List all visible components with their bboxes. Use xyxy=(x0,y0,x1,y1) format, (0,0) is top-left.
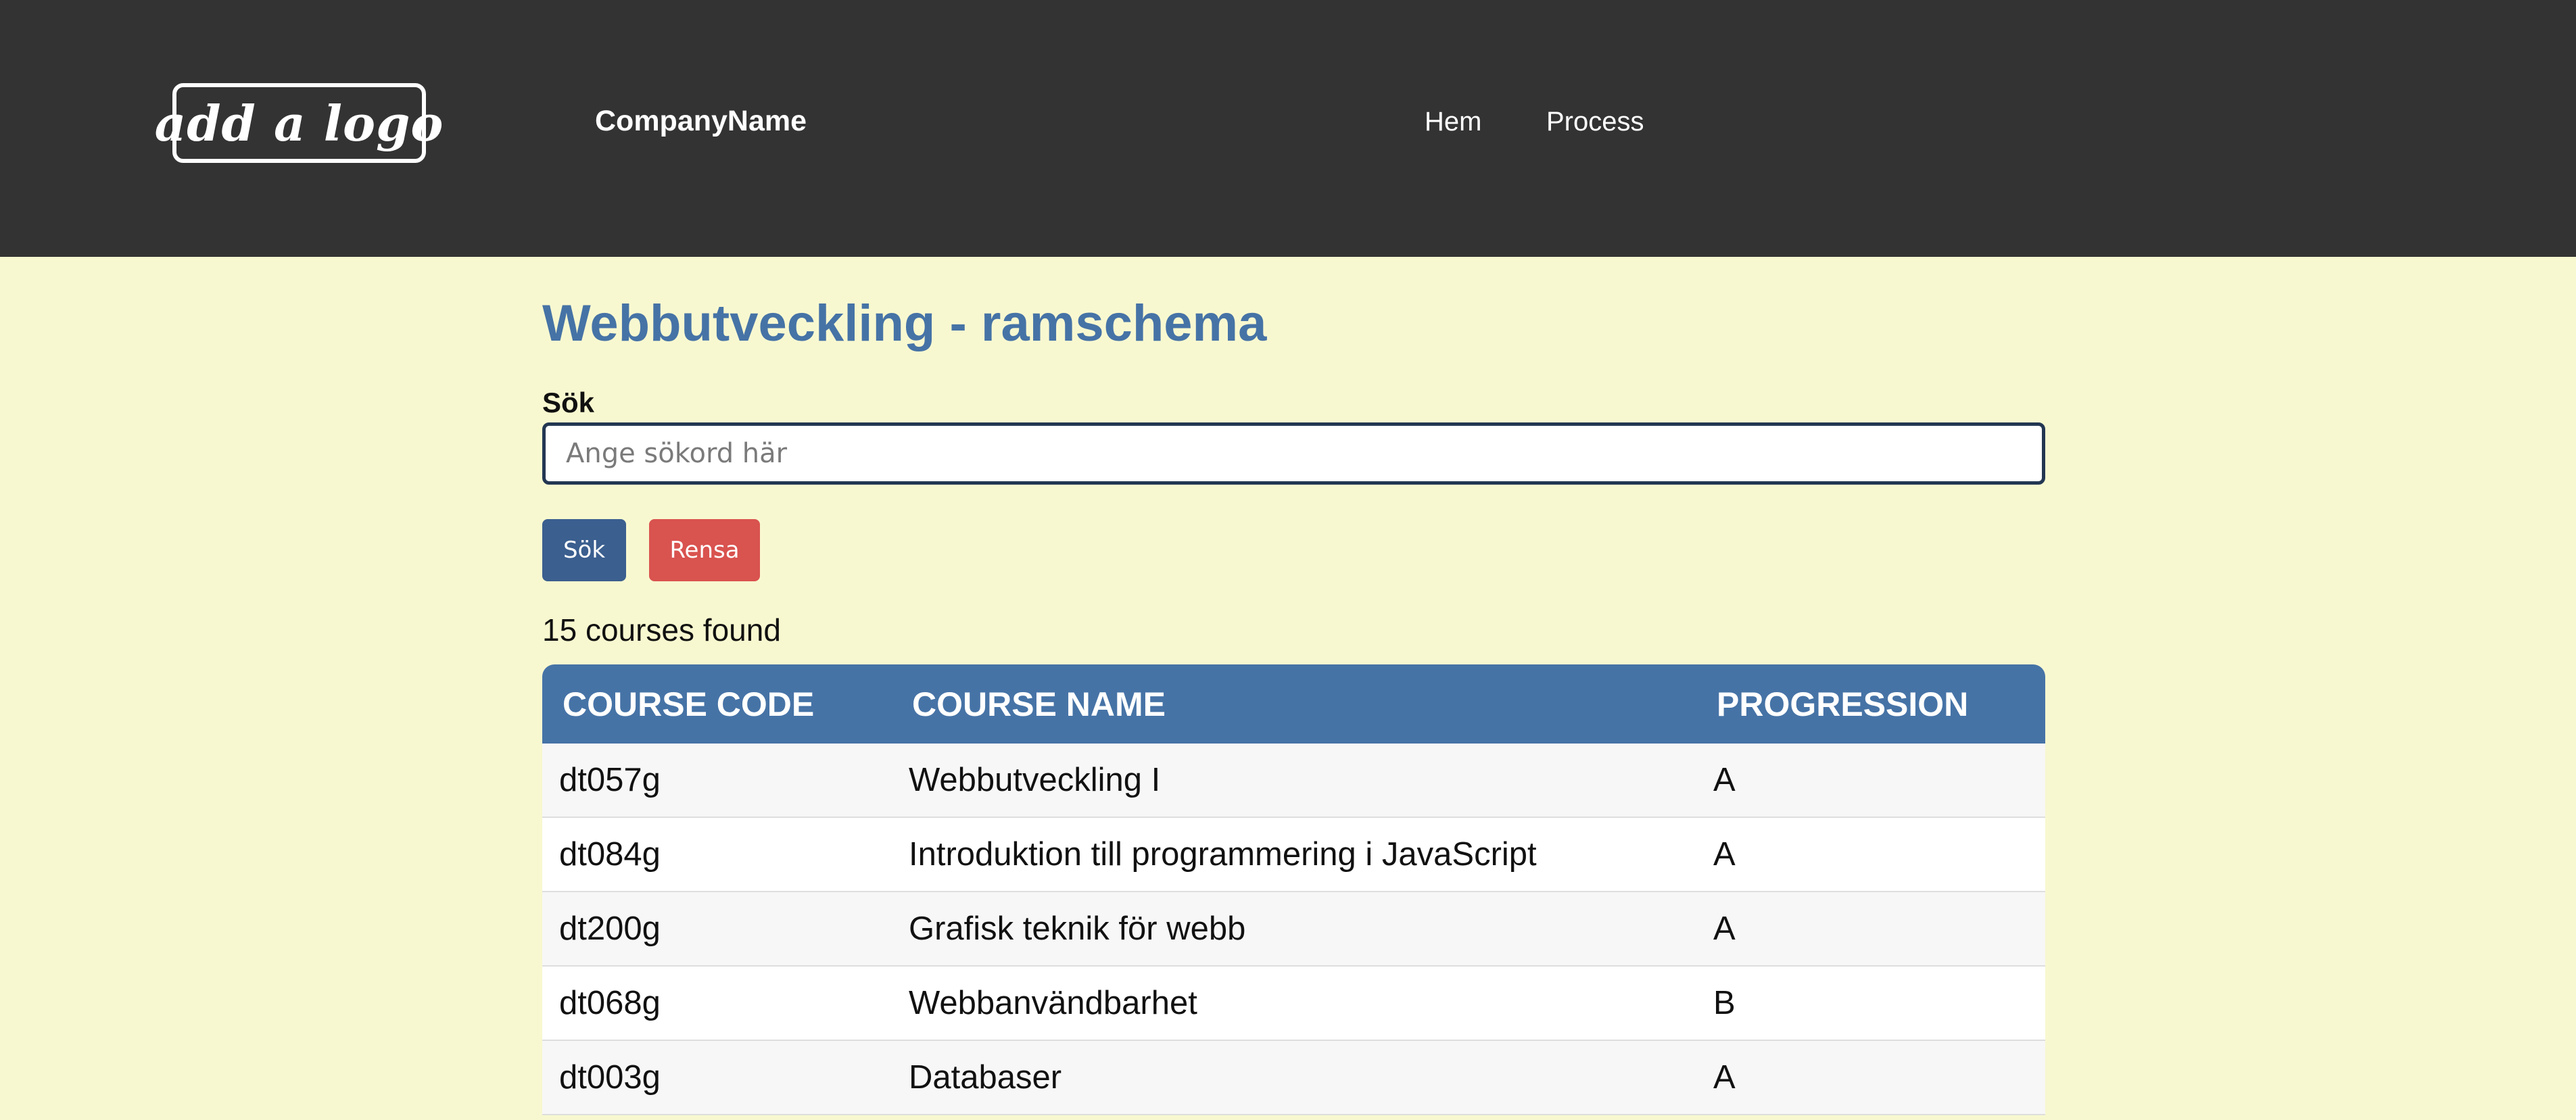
course-code-cell: dt057g xyxy=(542,744,892,818)
top-navigation-bar: add a logo CompanyName Hem Process xyxy=(0,0,2576,257)
course-name-cell: Grafisk teknik för webb xyxy=(892,892,1696,967)
course-name-cell: Databaser xyxy=(892,1041,1696,1115)
column-header-progression[interactable]: PROGRESSION xyxy=(1696,664,2045,744)
result-count: 15 courses found xyxy=(542,612,781,648)
clear-button[interactable]: Rensa xyxy=(649,519,760,581)
progression-cell: B xyxy=(1696,967,2045,1041)
progression-cell: A xyxy=(1696,892,2045,967)
page-title: Webbutveckling - ramschema xyxy=(542,295,1267,352)
table-header-row: COURSE CODE COURSE NAME PROGRESSION xyxy=(542,664,2045,744)
logo[interactable]: add a logo xyxy=(155,83,443,163)
nav-link-process[interactable]: Process xyxy=(1546,107,1644,137)
table-row: dt200g Grafisk teknik för webb A xyxy=(542,892,2045,967)
column-header-course-code[interactable]: COURSE CODE xyxy=(542,664,892,744)
course-name-cell: Introduktion till programmering i JavaSc… xyxy=(892,818,1696,892)
search-input[interactable] xyxy=(542,422,2045,485)
table-row: dt057g Webbutveckling I A xyxy=(542,744,2045,818)
course-code-cell: dt084g xyxy=(542,818,892,892)
table-row: dt068g Webbanvändbarhet B xyxy=(542,967,2045,1041)
progression-cell: A xyxy=(1696,744,2045,818)
table-row: dt084g Introduktion till programmering i… xyxy=(542,818,2045,892)
course-code-cell: dt200g xyxy=(542,892,892,967)
course-name-cell: Webbanvändbarhet xyxy=(892,967,1696,1041)
column-header-course-name[interactable]: COURSE NAME xyxy=(892,664,1696,744)
course-name-cell: Webbutveckling I xyxy=(892,744,1696,818)
nav-link-hem[interactable]: Hem xyxy=(1425,107,1481,137)
table-row: dt003g Databaser A xyxy=(542,1041,2045,1115)
search-label: Sök xyxy=(542,387,595,418)
progression-cell: A xyxy=(1696,1041,2045,1115)
company-name: CompanyName xyxy=(595,105,807,137)
course-table: COURSE CODE COURSE NAME PROGRESSION dt05… xyxy=(542,664,2045,1115)
progression-cell: A xyxy=(1696,818,2045,892)
course-code-cell: dt068g xyxy=(542,967,892,1041)
course-code-cell: dt003g xyxy=(542,1041,892,1115)
search-button[interactable]: Sök xyxy=(542,519,626,581)
